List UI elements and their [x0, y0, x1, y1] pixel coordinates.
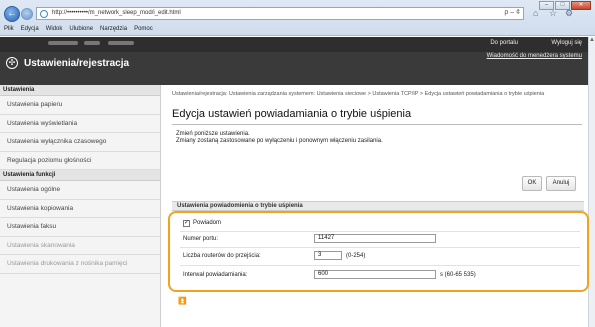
close-button[interactable]: ✕: [571, 1, 591, 10]
forward-button[interactable]: →: [21, 8, 33, 20]
browser-logo-icon: [40, 10, 48, 18]
hops-range: (0-254): [346, 253, 366, 259]
interval-label: Interwał powiadamiania:: [183, 272, 248, 278]
row-divider: [180, 265, 580, 266]
notify-checkbox[interactable]: ✓: [183, 220, 190, 227]
title-divider: [172, 124, 582, 125]
menu-tools[interactable]: Narzędzia: [100, 26, 127, 32]
section-header: Ustawienia powiadomienia o trybie uśpien…: [172, 201, 584, 211]
menu-edit[interactable]: Edycja: [21, 26, 39, 32]
ok-button[interactable]: OK: [522, 176, 542, 191]
address-bar[interactable]: http://••••••••••/m_network_sleep_mod/i_…: [36, 7, 524, 20]
hops-input[interactable]: 3: [314, 251, 342, 260]
row-divider: [180, 231, 580, 232]
arrow-right-icon: →: [23, 10, 31, 17]
menu-bar: Plik Edycja Widok Ulubione Narzędzia Pom…: [0, 23, 595, 35]
settings-logo-icon: ✣: [6, 57, 18, 69]
sidebar-section-settings: Ustawienia: [0, 85, 160, 96]
menu-favorites[interactable]: Ulubione: [69, 26, 93, 32]
sidebar-item-display[interactable]: Ustawienia wyświetlania: [0, 115, 160, 133]
menu-file[interactable]: Plik: [4, 26, 14, 32]
menu-help[interactable]: Pomoc: [134, 26, 153, 32]
sidebar-item-paper[interactable]: Ustawienia papieru: [0, 96, 160, 115]
logout-link[interactable]: Wyloguj się: [551, 40, 582, 46]
sidebar-item-scan[interactable]: Ustawienia skanowania: [0, 237, 160, 255]
blurred-text: [48, 41, 78, 45]
main-content: Ustawienia/rejestracja: Ustawienia zarzą…: [166, 86, 589, 326]
blurred-text: [84, 41, 100, 45]
sidebar-item-volume[interactable]: Regulacja poziomu głośności: [0, 152, 160, 170]
notify-label: Powiadom: [193, 220, 222, 226]
restart-note: Zmiany zostaną zastosowane po wyłączeniu…: [176, 138, 383, 144]
gear-icon[interactable]: ⚙: [565, 8, 573, 19]
back-button[interactable]: ←: [4, 6, 20, 22]
interval-range: s (60-65 535): [440, 272, 476, 278]
home-icon[interactable]: ⌂: [533, 8, 538, 18]
cancel-button[interactable]: Anuluj: [546, 176, 576, 191]
port-input[interactable]: 11427: [314, 234, 436, 243]
interval-input[interactable]: 600: [314, 270, 436, 279]
arrow-left-icon: ←: [7, 8, 17, 19]
chevron-up-icon[interactable]: ▲: [589, 37, 595, 45]
system-manager-link[interactable]: Wiadomość do menedżera systemu: [487, 53, 582, 59]
sidebar-item-copy[interactable]: Ustawienia kopiowania: [0, 200, 160, 218]
blurred-text: [108, 41, 134, 45]
sidebar: Ustawienia Ustawienia papieru Ustawienia…: [0, 85, 161, 327]
portal-link[interactable]: Do portalu: [490, 40, 518, 46]
page-top-icon[interactable]: ⏫: [178, 297, 187, 305]
sidebar-item-fax[interactable]: Ustawienia faksu: [0, 218, 160, 237]
app-header: Do portalu Wyloguj się Wiadomość do mene…: [0, 37, 588, 85]
browser-window-bar: – □ ✕ ← → http://••••••••••/m_network_sl…: [0, 0, 595, 36]
sidebar-item-memory-print[interactable]: Ustawienia drukowania z nośnika pamięci: [0, 255, 160, 274]
breadcrumb: Ustawienia/rejestracja: Ustawienia zarzą…: [172, 91, 545, 97]
instruction-text: Zmień poniższe ustawienia.: [176, 131, 250, 137]
sidebar-item-general[interactable]: Ustawienia ogólne: [0, 181, 160, 200]
port-label: Numer portu:: [183, 236, 219, 242]
hops-label: Liczba routerów do przejścia:: [183, 253, 261, 259]
menu-view[interactable]: Widok: [46, 26, 63, 32]
highlight-frame: [168, 211, 589, 292]
page-heading: Ustawienia/rejestracja: [24, 58, 130, 69]
address-url: http://••••••••••/m_network_sleep_mod/i_…: [52, 10, 181, 16]
star-icon[interactable]: ☆: [549, 8, 557, 19]
row-divider: [180, 247, 580, 248]
vertical-scrollbar[interactable]: ▲: [588, 37, 595, 327]
sidebar-section-functions: Ustawienia funkcji: [0, 170, 160, 181]
address-tools[interactable]: ρ – ¢: [504, 9, 520, 16]
sidebar-item-timer[interactable]: Ustawienia wyłącznika czasowego: [0, 133, 160, 152]
page-title: Edycja ustawień powiadamiania o trybie u…: [172, 108, 412, 120]
